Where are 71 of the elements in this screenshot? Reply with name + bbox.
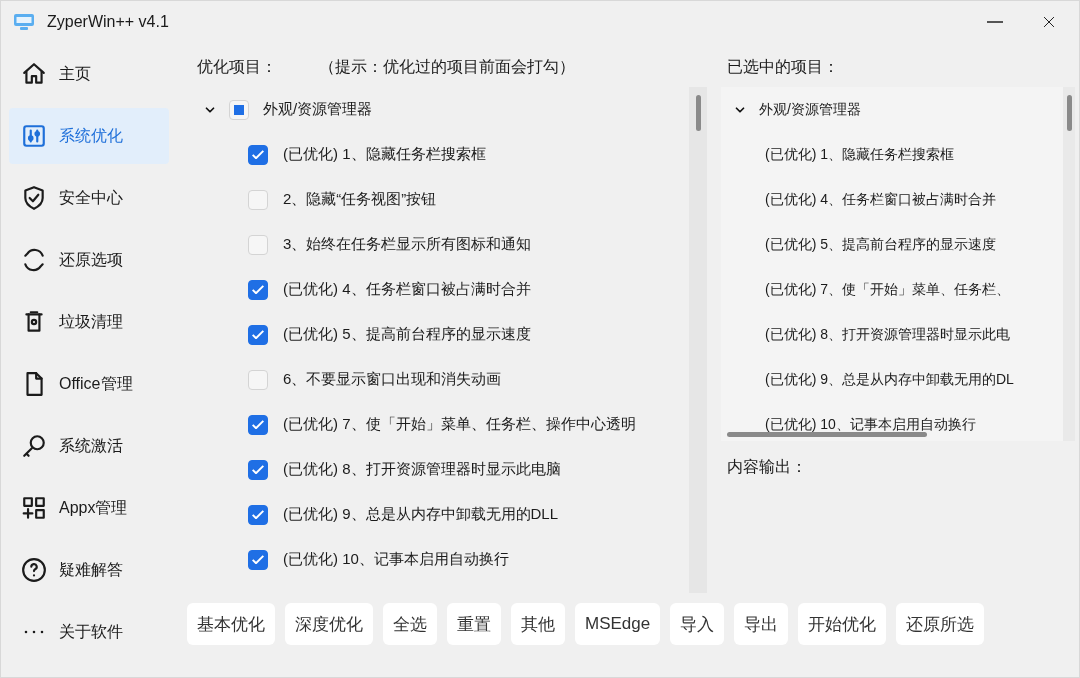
option-label: (已优化) 5、提高前台程序的显示速度: [283, 325, 531, 344]
action-button[interactable]: 还原所选: [896, 603, 985, 645]
option-label: (已优化) 8、打开资源管理器时显示此电脑: [283, 460, 561, 479]
action-button[interactable]: 导入: [670, 603, 725, 645]
minimize-icon: [987, 21, 1003, 23]
checkbox[interactable]: [248, 549, 268, 570]
sidebar-item[interactable]: 系统激活: [9, 418, 169, 474]
check-icon: [252, 555, 264, 564]
checkbox[interactable]: [248, 504, 268, 525]
checkbox[interactable]: [248, 414, 268, 435]
section-heading: 已选中的项目：: [726, 56, 840, 77]
option-label: (已优化) 10、记事本启用自动换行: [283, 550, 509, 569]
option-label: (已优化) 4、任务栏窗口被占满时合并: [283, 280, 531, 299]
list-item: (已优化) 5、提高前台程序的显示速度: [765, 235, 996, 254]
sidebar-item[interactable]: 垃圾清理: [9, 294, 169, 350]
check-icon: [252, 420, 264, 429]
option-label: 3、始终在任务栏显示所有图标和通知: [283, 235, 532, 254]
action-button[interactable]: 全选: [383, 603, 437, 645]
sliders-icon: [21, 123, 47, 149]
list-item: (已优化) 9、总是从内存中卸载无用的DL: [765, 370, 1014, 389]
check-icon: [252, 285, 264, 294]
section-heading: 内容输出：: [726, 457, 808, 477]
checkbox[interactable]: [248, 324, 268, 345]
sidebar-item[interactable]: 主页: [9, 46, 169, 102]
action-button[interactable]: 其他: [511, 603, 565, 645]
checkbox[interactable]: [248, 279, 268, 300]
monitor-icon: [13, 13, 35, 31]
tree-label: 外观/资源管理器: [759, 100, 861, 119]
sidebar-item[interactable]: 疑难解答: [9, 542, 169, 598]
action-button[interactable]: MSEdge: [575, 603, 661, 645]
sidebar-item[interactable]: 关于软件: [9, 604, 169, 660]
key-icon: [21, 433, 47, 459]
window-title: ZyperWin++ v4.1: [47, 13, 169, 31]
option-label: (已优化) 9、总是从内存中卸载无用的DLL: [283, 505, 559, 524]
tree-label: 外观/资源管理器: [263, 100, 373, 119]
sidebar-item[interactable]: 安全中心: [9, 170, 169, 226]
section-heading: 优化项目：: [197, 56, 277, 77]
refresh-icon: [21, 247, 47, 273]
close-icon: [1041, 14, 1057, 30]
list-item: (已优化) 1、隐藏任务栏搜索框: [765, 145, 954, 164]
action-button[interactable]: 导出: [734, 603, 789, 645]
option-label: 2、隐藏“任务视图”按钮: [283, 190, 437, 209]
check-icon: [252, 330, 264, 339]
option-label: (已优化) 7、使「开始」菜单、任务栏、操作中心透明: [283, 415, 636, 434]
scrollbar[interactable]: [689, 87, 707, 593]
checkbox[interactable]: [248, 459, 268, 480]
option-label: 6、不要显示窗口出现和消失动画: [283, 370, 502, 389]
list-item: (已优化) 10、记事本启用自动换行: [765, 415, 976, 434]
apps-icon: [21, 495, 47, 521]
help-icon: [21, 557, 47, 583]
hint-text: （提示：优化过的项目前面会打勾）: [319, 56, 575, 77]
action-button[interactable]: 基本优化: [187, 603, 275, 645]
action-button[interactable]: 重置: [447, 603, 501, 645]
scrollbar[interactable]: [1063, 87, 1075, 441]
sidebar-item[interactable]: Office管理: [9, 356, 169, 412]
check-icon: [252, 465, 264, 474]
sidebar-item[interactable]: Appx管理: [9, 480, 169, 536]
list-item: (已优化) 4、任务栏窗口被占满时合并: [765, 190, 996, 209]
option-label: (已优化) 1、隐藏任务栏搜索框: [283, 145, 486, 164]
checkbox[interactable]: [248, 144, 268, 165]
sidebar-item[interactable]: 系统优化: [9, 108, 169, 164]
action-button[interactable]: 深度优化: [285, 603, 373, 645]
scrollbar[interactable]: [727, 432, 927, 437]
action-button[interactable]: 开始优化: [798, 603, 887, 645]
check-icon: [252, 150, 264, 159]
sidebar-item[interactable]: 还原选项: [9, 232, 169, 288]
list-item: (已优化) 7、使「开始」菜单、任务栏、: [765, 280, 1010, 299]
check-icon: [252, 510, 264, 519]
shield-icon: [21, 185, 47, 211]
list-item: (已优化) 8、打开资源管理器时显示此电: [765, 325, 1010, 344]
home-icon: [21, 61, 47, 87]
